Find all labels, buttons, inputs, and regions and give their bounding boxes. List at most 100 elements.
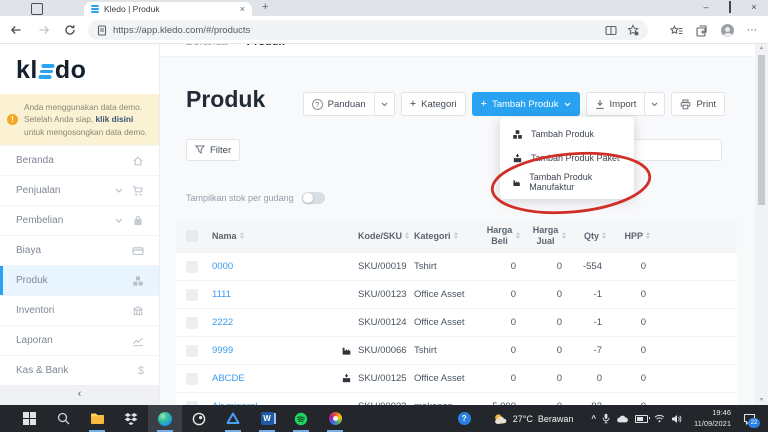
browser-tab[interactable]: Kledo | Produk × <box>84 2 252 16</box>
paint-app-icon[interactable] <box>318 405 352 432</box>
sidebar-item-penjualan[interactable]: Penjualan <box>0 175 159 205</box>
product-name-link[interactable]: ABCDE <box>204 373 334 384</box>
print-button[interactable]: Print <box>671 92 725 116</box>
table-row: 0000 SKU/00019 Tshirt 0 0 -554 0 <box>176 252 737 280</box>
row-checkbox[interactable] <box>186 372 198 385</box>
sort-icon[interactable] <box>405 232 410 239</box>
plus-icon: + <box>480 97 487 110</box>
help-icon[interactable]: ? <box>457 412 471 425</box>
windows-logo-icon <box>22 412 36 425</box>
header-nama[interactable]: Nama <box>204 231 334 241</box>
collections-icon[interactable] <box>696 24 708 37</box>
address-bar[interactable]: https://app.kledo.com/#/products <box>88 20 648 40</box>
kategori-button[interactable]: + Kategori <box>400 92 466 116</box>
sort-icon[interactable] <box>562 232 566 239</box>
sidebar-item-beranda[interactable]: Beranda <box>0 145 159 175</box>
word-icon[interactable]: W <box>250 405 284 432</box>
product-name-link[interactable]: 9999 <box>204 345 334 356</box>
microphone-icon[interactable] <box>602 413 610 424</box>
select-all-checkbox[interactable] <box>186 229 198 242</box>
window-close-icon[interactable]: × <box>742 0 766 15</box>
settings-more-icon[interactable]: ⋯ <box>747 25 758 36</box>
panduan-dropdown-button[interactable] <box>373 92 395 116</box>
edge-browser-icon[interactable] <box>148 405 182 432</box>
tab-close-icon[interactable]: × <box>240 4 245 14</box>
triangle-app-icon[interactable] <box>216 405 250 432</box>
logo-text-prefix: kl <box>16 56 38 84</box>
scrollbar-thumb[interactable] <box>758 55 765 205</box>
breadcrumb-parent[interactable]: Beranda <box>186 44 228 48</box>
tray-expand-icon[interactable]: ^ <box>591 414 596 423</box>
tambah-produk-button[interactable]: + Tambah Produk <box>471 92 580 116</box>
favorites-hub-icon[interactable] <box>670 24 683 37</box>
dropbox-icon[interactable] <box>114 405 148 432</box>
header-harga-jual[interactable]: Harga Jual <box>524 225 570 247</box>
window-maximize-icon[interactable] <box>718 0 742 15</box>
taskbar-search-icon[interactable] <box>46 405 80 432</box>
search-input[interactable] <box>626 139 722 161</box>
stock-per-warehouse-toggle[interactable] <box>301 192 325 204</box>
obs-app-icon[interactable] <box>182 405 216 432</box>
sort-icon[interactable] <box>239 232 244 239</box>
sidebar-item-biaya[interactable]: Biaya <box>0 235 159 265</box>
start-button[interactable] <box>12 405 46 432</box>
speaker-icon[interactable] <box>671 414 682 424</box>
menu-item-tambah-produk[interactable]: Tambah Produk <box>500 122 634 146</box>
breadcrumb-current: Produk <box>247 44 285 48</box>
cart-icon <box>133 185 143 196</box>
profile-avatar[interactable] <box>721 24 734 37</box>
demo-clear-link[interactable]: klik disini <box>96 114 134 124</box>
import-dropdown-button[interactable] <box>644 92 666 116</box>
url-text[interactable]: https://app.kledo.com/#/products <box>113 25 599 36</box>
refresh-icon[interactable] <box>64 24 76 36</box>
import-button[interactable]: Import <box>585 92 646 116</box>
sidebar-item-produk[interactable]: Produk <box>0 265 159 296</box>
menu-item-tambah-produk-paket[interactable]: Tambah Produk Paket <box>500 146 634 170</box>
window-minimize-icon[interactable]: – <box>694 0 718 15</box>
menu-item-tambah-produk-manufaktur[interactable]: Tambah Produk Manufaktur <box>500 170 634 194</box>
panduan-button[interactable]: ? Panduan <box>302 92 375 116</box>
site-info-icon[interactable] <box>97 24 107 36</box>
sidebar-collapse-button[interactable]: ‹ <box>0 385 159 405</box>
tab-actions-icon[interactable] <box>31 3 43 15</box>
sidebar-item-pembelian[interactable]: Pembelian <box>0 205 159 235</box>
sort-icon[interactable] <box>516 232 520 239</box>
taskbar-clock[interactable]: 19:46 11/09/2021 <box>694 408 731 428</box>
favorites-star-icon[interactable] <box>627 24 639 36</box>
menu-item-label: Tambah Produk <box>531 129 595 139</box>
sort-icon[interactable] <box>602 232 606 239</box>
sidebar-item-kas-bank[interactable]: Kas & Bank $ <box>0 355 159 385</box>
header-kategori[interactable]: Kategori <box>414 231 476 241</box>
spotify-icon[interactable] <box>284 405 318 432</box>
back-icon[interactable] <box>10 24 22 36</box>
action-center-icon[interactable]: 22 <box>743 413 760 428</box>
header-hpp[interactable]: HPP <box>610 231 654 241</box>
scroll-down-icon[interactable]: ▼ <box>755 396 768 405</box>
network-icon[interactable] <box>654 414 665 423</box>
row-checkbox[interactable] <box>186 344 198 357</box>
header-sku[interactable]: Kode/SKU <box>358 231 414 241</box>
battery-icon[interactable] <box>635 414 651 423</box>
forward-icon[interactable] <box>38 24 50 36</box>
onedrive-cloud-icon[interactable] <box>616 414 629 423</box>
file-explorer-icon[interactable] <box>80 405 114 432</box>
product-name-link[interactable]: 2222 <box>204 317 334 328</box>
sidebar-item-inventori[interactable]: Inventori <box>0 295 159 325</box>
new-tab-icon[interactable]: + <box>262 1 268 13</box>
header-qty[interactable]: Qty <box>570 231 610 241</box>
kledo-logo[interactable]: kl do <box>0 44 159 94</box>
row-checkbox[interactable] <box>186 260 198 273</box>
sort-icon[interactable] <box>646 232 650 239</box>
sort-icon[interactable] <box>453 232 458 239</box>
weather-widget[interactable]: 27°C Berawan <box>493 413 573 425</box>
row-checkbox[interactable] <box>186 288 198 301</box>
split-screen-icon[interactable] <box>605 25 617 36</box>
product-name-link[interactable]: 1111 <box>204 289 334 300</box>
page-scrollbar[interactable]: ▲ ▼ <box>755 44 768 405</box>
product-name-link[interactable]: 0000 <box>204 261 334 272</box>
row-checkbox[interactable] <box>186 316 198 329</box>
filter-button[interactable]: Filter <box>186 139 241 161</box>
header-harga-beli[interactable]: Harga Beli <box>476 225 524 247</box>
scroll-up-icon[interactable]: ▲ <box>755 44 768 53</box>
sidebar-item-laporan[interactable]: Laporan <box>0 325 159 355</box>
